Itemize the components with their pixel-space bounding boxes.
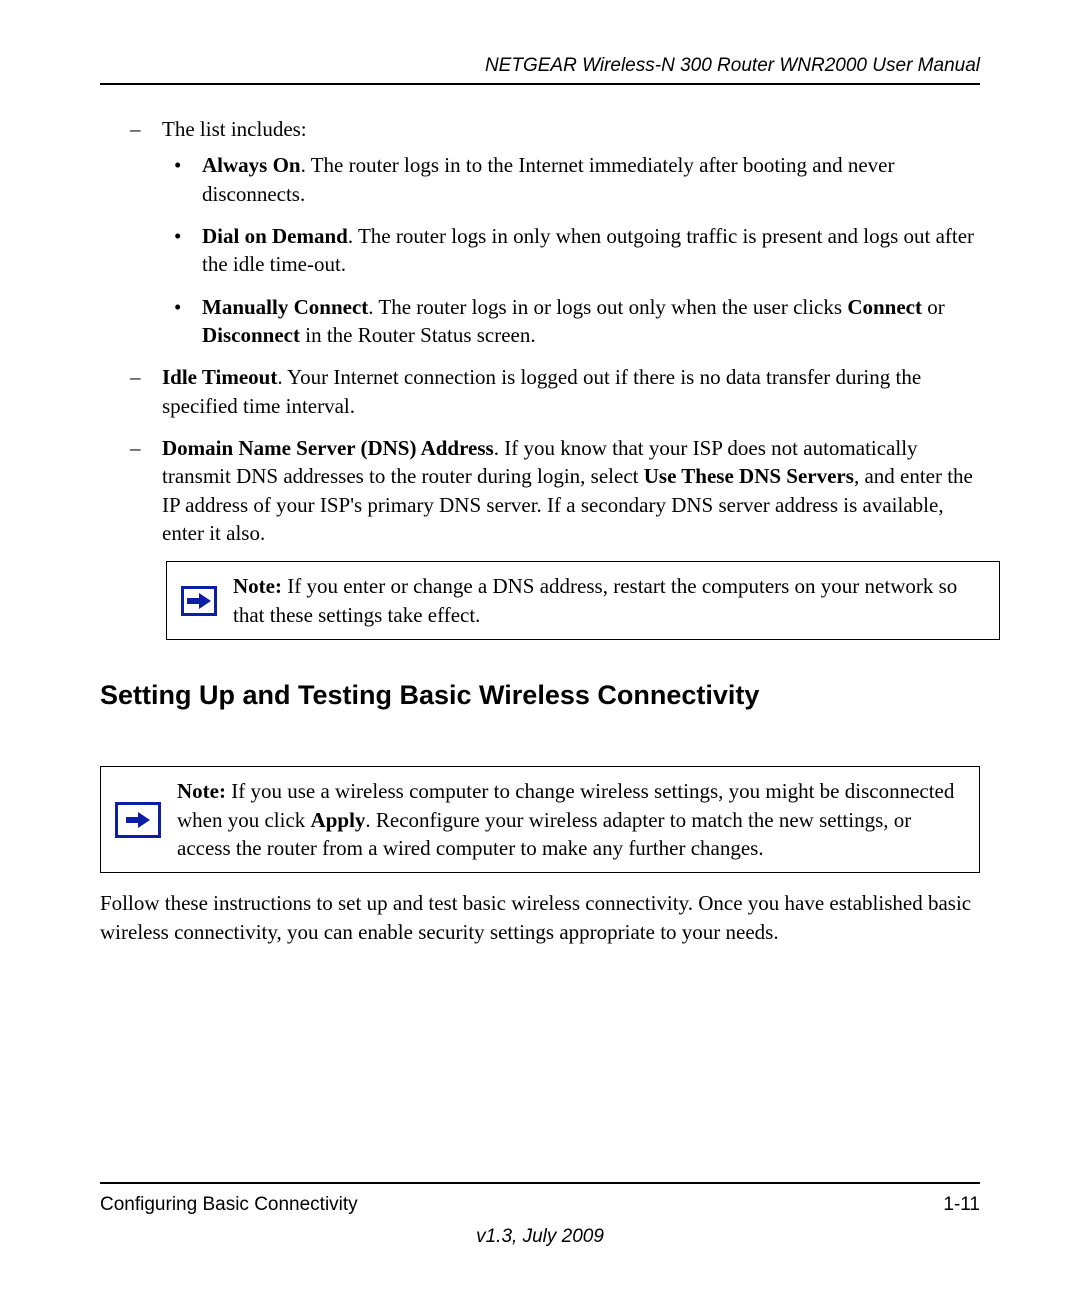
- always-on-text: . The router logs in to the Internet imm…: [202, 153, 894, 205]
- manual-connect-bold: Connect: [847, 295, 922, 319]
- page-footer: Configuring Basic Connectivity 1-11 v1.3…: [100, 1182, 980, 1248]
- bullet-always-on: Always On. The router logs in to the Int…: [162, 151, 980, 208]
- manual-disconnect-bold: Disconnect: [202, 323, 300, 347]
- bullet-dial-on-demand: Dial on Demand. The router logs in only …: [162, 222, 980, 279]
- note-box-dns: Note: If you enter or change a DNS addre…: [166, 561, 1000, 640]
- list-item-dns: Domain Name Server (DNS) Address. If you…: [130, 434, 980, 547]
- footer-section: Configuring Basic Connectivity: [100, 1194, 358, 1216]
- manual-text1: . The router logs in or logs out only wh…: [368, 295, 847, 319]
- note1-text: If you enter or change a DNS address, re…: [233, 574, 957, 626]
- note-text-cell: Note: If you enter or change a DNS addre…: [233, 572, 985, 629]
- manual-or: or: [922, 295, 945, 319]
- dns-bold: Use These DNS Servers: [644, 464, 854, 488]
- dash-list-main: The list includes: Always On. The router…: [130, 115, 980, 547]
- header-rule: [100, 83, 980, 85]
- footer-rule: [100, 1182, 980, 1184]
- section-heading: Setting Up and Testing Basic Wireless Co…: [100, 680, 980, 711]
- footer-line: Configuring Basic Connectivity 1-11: [100, 1194, 980, 1216]
- note2-apply-bold: Apply: [311, 808, 366, 832]
- note-box-wireless: Note: If you use a wireless computer to …: [100, 766, 980, 873]
- header-title: NETGEAR Wireless-N 300 Router WNR2000 Us…: [100, 55, 980, 77]
- list-item-idle-timeout: Idle Timeout. Your Internet connection i…: [130, 363, 980, 420]
- follow-paragraph: Follow these instructions to set up and …: [100, 889, 980, 946]
- note2-label: Note:: [177, 779, 226, 803]
- arrow-right-icon: [181, 586, 217, 616]
- list-intro-text: The list includes:: [162, 117, 307, 141]
- page: NETGEAR Wireless-N 300 Router WNR2000 Us…: [0, 0, 1080, 1296]
- note-icon-cell: [181, 586, 217, 616]
- note2-text-cell: Note: If you use a wireless computer to …: [177, 777, 965, 862]
- footer-version: v1.3, July 2009: [100, 1226, 980, 1248]
- list-item-intro: The list includes: Always On. The router…: [130, 115, 980, 349]
- bullet-manually-connect: Manually Connect. The router logs in or …: [162, 293, 980, 350]
- manual-text2: in the Router Status screen.: [300, 323, 536, 347]
- manual-label: Manually Connect: [202, 295, 368, 319]
- arrow-right-icon: [115, 802, 161, 838]
- idle-label: Idle Timeout: [162, 365, 277, 389]
- footer-page-number: 1-11: [943, 1194, 980, 1216]
- always-on-label: Always On: [202, 153, 301, 177]
- bullet-list-modes: Always On. The router logs in to the Int…: [162, 151, 980, 349]
- dial-label: Dial on Demand: [202, 224, 348, 248]
- note1-label: Note:: [233, 574, 282, 598]
- note2-icon-cell: [115, 802, 161, 838]
- dns-label: Domain Name Server (DNS) Address: [162, 436, 494, 460]
